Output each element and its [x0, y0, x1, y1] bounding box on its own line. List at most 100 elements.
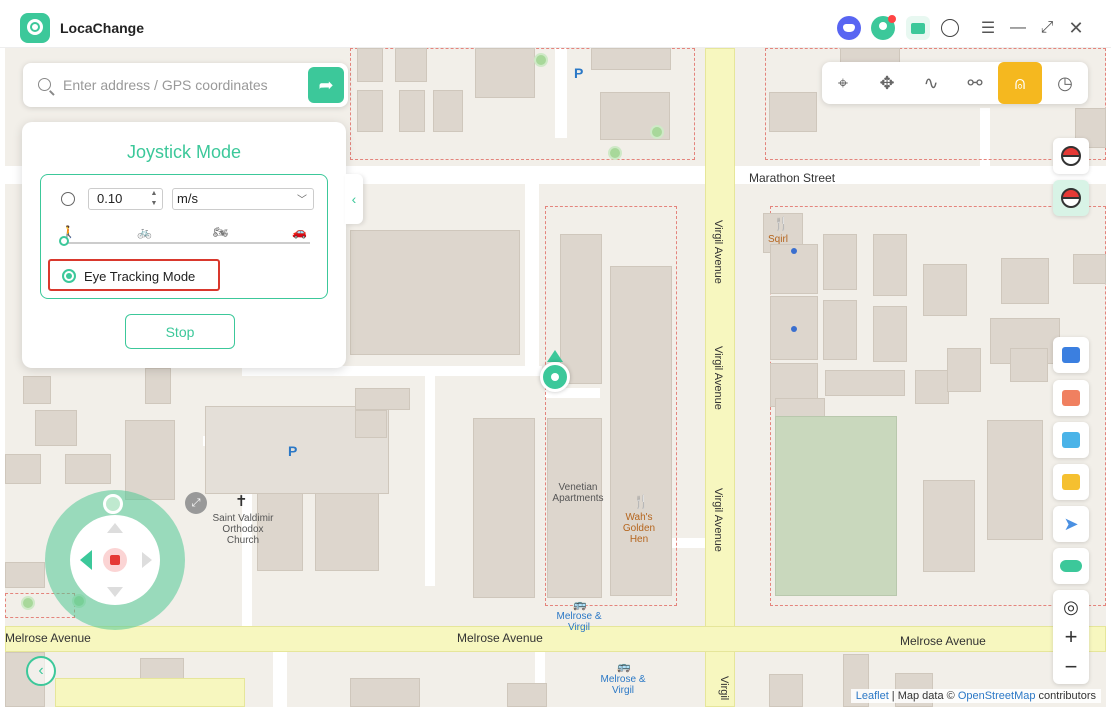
building [475, 48, 535, 98]
joystick-mode-button[interactable]: ⍝ [998, 62, 1042, 104]
arrow-down-icon[interactable] [107, 587, 123, 597]
discord-icon[interactable] [837, 16, 861, 40]
cards-button[interactable] [1053, 380, 1089, 416]
pokemon-go-button[interactable] [1053, 138, 1089, 174]
title-bar: LocaChange ☰ — ⤢ ✕ [0, 0, 1111, 48]
restaurant-icon: 🍴 [633, 494, 650, 509]
speed-stepper[interactable]: ▲ ▼ [147, 189, 161, 209]
unit-select[interactable]: m/s ﹀ [172, 188, 314, 210]
shirt-button[interactable] [1053, 422, 1089, 458]
motorcycle-icon[interactable]: 🏍 [213, 225, 228, 239]
speed-settings: 0.10 ▲ ▼ m/s ﹀ 🚶 🚲 🏍 🚗 Eye Tracking Mode [40, 174, 328, 299]
locate-button[interactable]: ◎ [1053, 592, 1089, 622]
road [425, 366, 435, 586]
chat-icon[interactable] [941, 19, 959, 37]
street-label-melrose: Melrose Avenue [900, 634, 986, 648]
building [395, 48, 427, 82]
building [591, 48, 671, 70]
joystick-pad[interactable] [70, 515, 160, 605]
building [350, 230, 520, 355]
go-button[interactable]: ➦ [308, 67, 344, 103]
locate-icon: ◎ [1063, 596, 1079, 617]
two-spot-route-button[interactable]: ∿ [914, 66, 948, 100]
shop-icon[interactable] [906, 16, 930, 40]
pokeball-icon [1061, 188, 1081, 208]
street-label-virgil: Virgil [718, 676, 730, 701]
bike-icon[interactable]: 🚲 [137, 225, 152, 239]
joystick-knob[interactable] [103, 494, 123, 514]
place-label-bus-stop: Melrose & Virgil [600, 674, 646, 696]
joystick-icon: ⍝ [1014, 72, 1026, 93]
arrow-left-icon[interactable] [80, 550, 92, 570]
building [357, 48, 383, 82]
building [610, 266, 672, 596]
location-dot [791, 248, 797, 254]
zoom-controls: ◎ + − [1053, 590, 1089, 684]
pokeball-icon [1061, 146, 1081, 166]
speed-mode-track[interactable] [64, 242, 310, 244]
building [315, 493, 379, 571]
bus-stop-icon: 🚌 [573, 599, 587, 611]
location-dot [791, 326, 797, 332]
teleport-mode-button[interactable]: ⌖ [826, 66, 860, 100]
speedometer-icon [61, 192, 75, 206]
osm-link[interactable]: OpenStreetMap [958, 690, 1036, 702]
building [873, 306, 907, 362]
close-icon[interactable]: ✕ [1064, 16, 1088, 40]
arrow-right-icon[interactable] [142, 552, 152, 568]
expand-icon: ⤢ [191, 496, 201, 509]
street-label-virgil: Virgil Avenue [712, 488, 724, 552]
back-button[interactable]: ‹ [26, 656, 56, 686]
heading-arrow [547, 350, 563, 362]
menu-icon[interactable]: ☰ [976, 16, 1000, 40]
building [823, 300, 857, 360]
street-label-virgil: Virgil Avenue [712, 220, 724, 284]
church-icon: ✝ [235, 493, 248, 510]
building [5, 562, 45, 588]
current-location-marker[interactable] [540, 362, 570, 392]
building [473, 418, 535, 598]
chevron-left-icon: ‹ [351, 191, 357, 207]
history-button[interactable]: ◷ [1048, 66, 1082, 100]
car-icon[interactable]: 🚗 [292, 225, 307, 239]
arrow-up-icon[interactable] [107, 523, 123, 533]
search-input[interactable] [63, 75, 303, 95]
app-logo [20, 13, 50, 43]
speed-mode-thumb[interactable] [59, 236, 69, 246]
building [399, 90, 425, 132]
multi-device-button[interactable] [1053, 337, 1089, 373]
multi-stop-route-button[interactable]: ⚯ [958, 66, 992, 100]
multi-spot-move-button[interactable]: ✥ [870, 66, 904, 100]
street-label-virgil: Virgil Avenue [712, 346, 724, 410]
expand-joystick-button[interactable]: ⤢ [185, 492, 207, 514]
collapse-panel-button[interactable]: ‹ [345, 174, 363, 224]
restaurant-icon: 🍴 [773, 216, 790, 231]
paper-plane-icon: ➤ [1063, 513, 1079, 534]
tree-marker [650, 125, 664, 139]
user-icon[interactable] [871, 15, 896, 40]
road [525, 183, 539, 373]
building [355, 388, 410, 410]
place-label-sqirl: Sqirl [768, 234, 789, 245]
pokemon-go-assist-button[interactable] [1053, 180, 1089, 216]
history-icon: ◷ [1057, 72, 1073, 93]
eye-tracking-option[interactable]: Eye Tracking Mode [48, 259, 220, 291]
eye-tracking-radio[interactable] [62, 269, 76, 283]
building [823, 234, 857, 290]
folder-button[interactable] [1053, 464, 1089, 500]
minimize-icon[interactable]: — [1006, 16, 1030, 40]
zoom-in-button[interactable]: + [1053, 622, 1089, 652]
toggle-button[interactable] [1053, 548, 1089, 584]
bus-stop-icon: 🚌 [617, 661, 631, 673]
stop-center-icon[interactable] [103, 548, 127, 572]
building [769, 674, 803, 707]
chevron-down-icon: ﹀ [297, 195, 307, 206]
building [547, 418, 602, 598]
send-button[interactable]: ➤ [1053, 506, 1089, 542]
stop-button[interactable]: Stop [125, 314, 235, 349]
leaflet-link[interactable]: Leaflet [856, 690, 889, 702]
maximize-icon[interactable]: ⤢ [1035, 16, 1059, 40]
zoom-out-button[interactable]: − [1053, 652, 1089, 682]
building [560, 234, 602, 384]
chevron-left-icon: ‹ [38, 662, 44, 679]
